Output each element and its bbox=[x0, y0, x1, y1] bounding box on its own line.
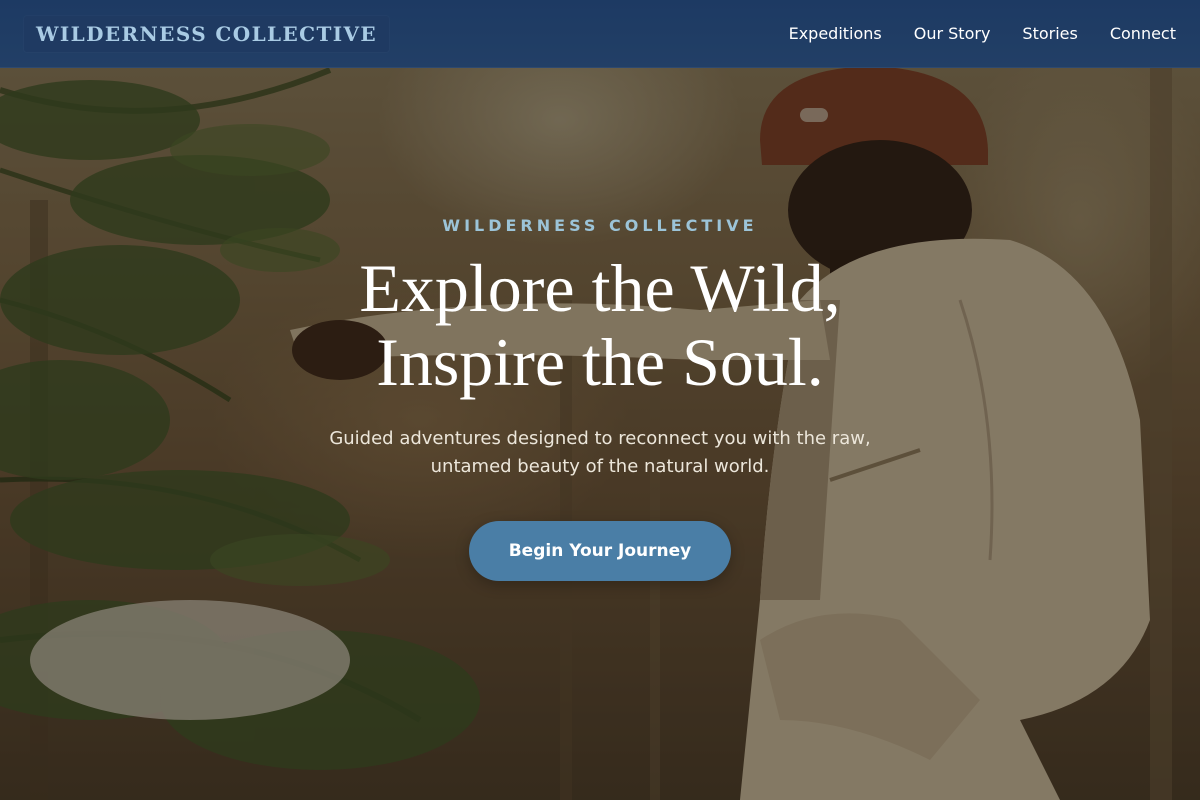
nav-link-our-story[interactable]: Our Story bbox=[914, 24, 991, 43]
subtitle-line-1: Guided adventures designed to reconnect … bbox=[329, 428, 871, 449]
hero-headline: Explore the Wild, Inspire the Soul. bbox=[0, 251, 1200, 399]
hero-subtitle: Guided adventures designed to reconnect … bbox=[280, 425, 920, 481]
subtitle-line-2: untamed beauty of the natural world. bbox=[430, 456, 770, 477]
headline-line-1: Explore the Wild, bbox=[359, 250, 841, 326]
hero-eyebrow: WILDERNESS COLLECTIVE bbox=[442, 216, 758, 235]
brand-logo[interactable]: WILDERNESS COLLECTIVE bbox=[24, 15, 390, 52]
top-navigation-bar: WILDERNESS COLLECTIVE Expeditions Our St… bbox=[0, 0, 1200, 68]
begin-journey-button[interactable]: Begin Your Journey bbox=[469, 521, 731, 581]
nav-link-expeditions[interactable]: Expeditions bbox=[789, 24, 882, 43]
hero-section: WILDERNESS COLLECTIVE Explore the Wild, … bbox=[0, 216, 1200, 581]
nav-link-connect[interactable]: Connect bbox=[1110, 24, 1176, 43]
headline-line-2: Inspire the Soul. bbox=[376, 324, 824, 400]
nav-link-stories[interactable]: Stories bbox=[1022, 24, 1077, 43]
nav-links: Expeditions Our Story Stories Connect bbox=[789, 24, 1176, 43]
